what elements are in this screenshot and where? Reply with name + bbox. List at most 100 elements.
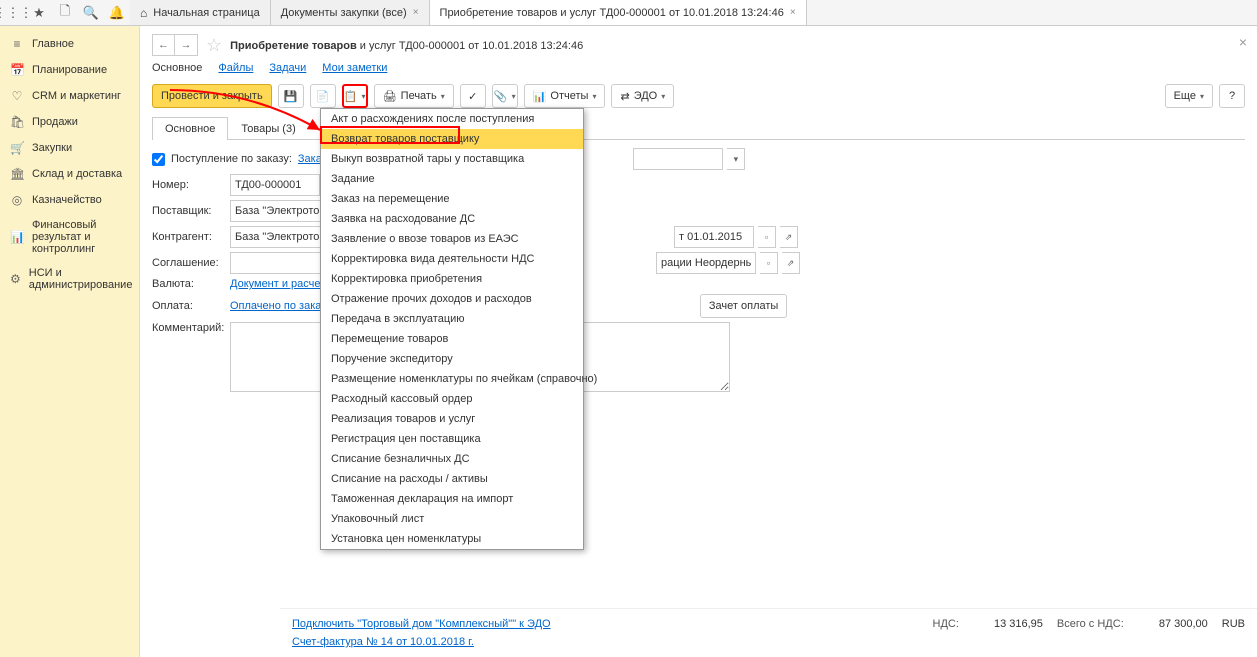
edo-button[interactable]: ⇄ ЭДО ▾ (611, 84, 674, 108)
menu-item[interactable]: Перемещение товаров (321, 329, 583, 349)
menu-item[interactable]: Корректировка вида деятельности НДС (321, 249, 583, 269)
reports-button[interactable]: 📊 Отчеты ▾ (524, 84, 606, 108)
sidebar-item-purchases[interactable]: 🛒 Закупки (0, 135, 139, 161)
sub-navigation: Основное Файлы Задачи Мои заметки (140, 60, 1257, 80)
menu-item[interactable]: Установка цен номенклатуры (321, 529, 583, 549)
favorite-icon[interactable]: ☆ (206, 35, 222, 56)
form-area: Поступление по заказу: Заказ пос ▾ Номер… (140, 140, 1257, 657)
sidebar-item-warehouse[interactable]: 🏛Склад и доставка (0, 161, 139, 187)
menu-item[interactable]: Таможенная декларация на импорт (321, 489, 583, 509)
select-button[interactable]: ▾ (727, 148, 745, 170)
forward-button[interactable]: → (175, 35, 197, 55)
search-icon[interactable]: 🔍 (78, 0, 104, 26)
number-input[interactable] (230, 174, 320, 196)
bell-icon[interactable]: 🔔 (104, 0, 130, 26)
close-icon[interactable]: × (790, 7, 796, 18)
save-button[interactable]: 💾 (278, 84, 304, 108)
menu-item[interactable]: Акт о расхождениях после поступления (321, 109, 583, 129)
sidebar-item-finance[interactable]: 📊 Финансовый результат и контроллинг (0, 213, 139, 261)
invoice-link[interactable]: Счет-фактура № 14 от 10.01.2018 г. (292, 636, 474, 648)
more-button[interactable]: Еще ▾ (1165, 84, 1213, 108)
top-bar: ⋮⋮⋮ ★ 🗋 🔍 🔔 ⌂ Начальная страница Документ… (0, 0, 1257, 26)
building-icon: 🏛 (10, 167, 24, 181)
cart-icon: 🛒 (10, 141, 24, 155)
edo-connect-link[interactable]: Подключить "Торговый дом "Комплексный"" … (292, 618, 551, 630)
total-value: 87 300,00 (1138, 618, 1208, 630)
menu-item[interactable]: Расходный кассовый ордер (321, 389, 583, 409)
menu-item[interactable]: Задание (321, 169, 583, 189)
menu-item[interactable]: Заказ на перемещение (321, 189, 583, 209)
receipt-by-order-label: Поступление по заказу: (171, 153, 292, 165)
nds-value: 13 316,95 (973, 618, 1043, 630)
menu-item[interactable]: Передача в эксплуатацию (321, 309, 583, 329)
tab-home[interactable]: ⌂ Начальная страница (130, 0, 271, 25)
tab-label: Начальная страница (153, 7, 259, 19)
back-button[interactable]: ← (153, 35, 175, 55)
close-document-button[interactable]: × (1239, 34, 1247, 50)
sidebar-item-crm[interactable]: ♡CRM и маркетинг (0, 83, 139, 109)
sidebar-item-sales[interactable]: 🛍 Продажи (0, 109, 139, 135)
subnav-notes[interactable]: Мои заметки (322, 62, 387, 74)
document-header: ← → ☆ Приобретение товаров и услуг ТД00-… (140, 26, 1257, 60)
menu-item[interactable]: Реализация товаров и услуг (321, 409, 583, 429)
sidebar-item-label: Финансовый результат и контроллинг (32, 219, 129, 255)
sidebar-item-admin[interactable]: ⚙НСИ и администрирование (0, 261, 139, 297)
subnav-main[interactable]: Основное (152, 62, 202, 74)
menu-item[interactable]: Заявка на расходование ДС (321, 209, 583, 229)
sidebar-item-main[interactable]: ≡Главное (0, 31, 139, 57)
subnav-files[interactable]: Файлы (218, 62, 253, 74)
section-tab-main[interactable]: Основное (152, 117, 228, 140)
post-button[interactable]: 📄 (310, 84, 336, 108)
attach-button[interactable]: 📎▾ (492, 84, 518, 108)
home-icon: ⌂ (140, 6, 147, 20)
operation-input[interactable] (656, 252, 756, 274)
bag-icon: 🛍 (10, 115, 24, 129)
footer: Подключить "Торговый дом "Комплексный"" … (280, 608, 1257, 657)
link-button[interactable]: ⇗ (782, 252, 800, 274)
subnav-tasks[interactable]: Задачи (269, 62, 306, 74)
menu-item[interactable]: Корректировка приобретения (321, 269, 583, 289)
menu-item[interactable]: Выкуп возвратной тары у поставщика (321, 149, 583, 169)
offset-payment-button[interactable]: Зачет оплаты (700, 294, 787, 318)
content-area: ← → ☆ Приобретение товаров и услуг ТД00-… (140, 26, 1257, 657)
tab-current-doc[interactable]: Приобретение товаров и услуг ТД00-000001… (430, 0, 807, 25)
sidebar-item-label: Продажи (32, 116, 78, 128)
menu-item[interactable]: Заявление о ввозе товаров из ЕАЭС (321, 229, 583, 249)
close-icon[interactable]: × (413, 7, 419, 18)
apps-icon[interactable]: ⋮⋮⋮ (0, 0, 26, 26)
link-button[interactable]: ⇗ (780, 226, 798, 248)
right-input-1[interactable] (633, 148, 723, 170)
check-button[interactable]: ✓ (460, 84, 486, 108)
sidebar-item-treasury[interactable]: ◎Казначейство (0, 187, 139, 213)
open-button[interactable]: ▫ (760, 252, 778, 274)
tab-label: Приобретение товаров и услуг ТД00-000001… (440, 7, 784, 19)
menu-item[interactable]: Регистрация цен поставщика (321, 429, 583, 449)
section-tab-goods[interactable]: Товары (3) (228, 117, 308, 140)
menu-item[interactable]: Размещение номенклатуры по ячейкам (спра… (321, 369, 583, 389)
post-and-close-button[interactable]: Провести и закрыть (152, 84, 272, 108)
tab-label: Документы закупки (все) (281, 7, 407, 19)
chart-icon: 📊 (10, 230, 24, 244)
menu-item[interactable]: Упаковочный лист (321, 509, 583, 529)
print-button[interactable]: 🖨 Печать ▾ (374, 84, 454, 108)
toolbar: Провести и закрыть 💾 📄 📋▾ 🖨 Печать ▾ ✓ 📎… (140, 80, 1257, 116)
menu-item[interactable]: Возврат товаров поставщику (321, 129, 583, 149)
list-icon: ≡ (10, 37, 24, 51)
supplier-label: Поставщик: (152, 205, 224, 217)
sidebar-item-planning[interactable]: 📅Планирование (0, 57, 139, 83)
open-button[interactable]: ▫ (758, 226, 776, 248)
nds-label: НДС: (933, 618, 959, 630)
menu-item[interactable]: Отражение прочих доходов и расходов (321, 289, 583, 309)
menu-item[interactable]: Поручение экспедитору (321, 349, 583, 369)
menu-item[interactable]: Списание на расходы / активы (321, 469, 583, 489)
star-icon[interactable]: ★ (26, 0, 52, 26)
menu-item[interactable]: Списание безналичных ДС (321, 449, 583, 469)
create-based-on-button[interactable]: 📋▾ (342, 84, 368, 108)
sidebar-item-label: Закупки (32, 142, 72, 154)
receipt-by-order-checkbox[interactable] (152, 153, 165, 166)
help-button[interactable]: ? (1219, 84, 1245, 108)
clipboard-icon[interactable]: 🗋 (52, 0, 78, 26)
date-input[interactable] (674, 226, 754, 248)
tab-documents[interactable]: Документы закупки (все) × (271, 0, 430, 25)
total-label: Всего с НДС: (1057, 618, 1124, 630)
